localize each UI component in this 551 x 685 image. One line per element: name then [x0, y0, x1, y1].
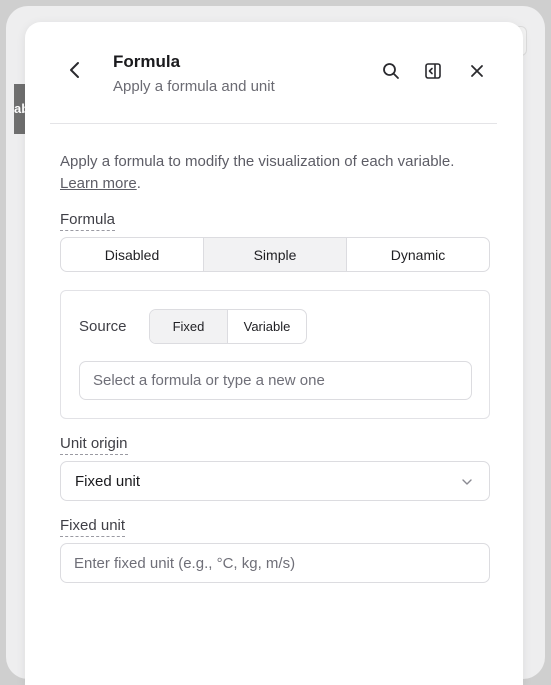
formula-label: Formula [60, 211, 116, 231]
unit-origin-label: Unit origin [60, 435, 128, 455]
fixed-unit-label: Fixed unit [60, 517, 126, 537]
collapse-panel-button[interactable] [422, 62, 444, 84]
formula-mode-dynamic[interactable]: Dynamic [347, 238, 489, 271]
source-toggle: Fixed Variable [149, 309, 307, 344]
unit-origin-value: Fixed unit [75, 472, 141, 490]
learn-more-link[interactable]: Learn more [60, 175, 137, 192]
back-button[interactable] [63, 60, 87, 84]
sidebar-collapse-icon [424, 62, 442, 85]
intro-description: Apply a formula to modify the visualizat… [60, 153, 455, 170]
intro-text: Apply a formula to modify the visualizat… [60, 151, 460, 195]
close-button[interactable] [466, 62, 488, 84]
source-card: Source Fixed Variable [60, 290, 490, 419]
source-label: Source [79, 318, 127, 335]
unit-origin-select[interactable]: Fixed unit [60, 461, 490, 501]
search-button[interactable] [380, 62, 402, 84]
close-icon [470, 64, 484, 83]
header-divider [50, 123, 497, 124]
chevron-left-icon [68, 61, 82, 84]
panel-header: Formula Apply a formula and unit [25, 22, 523, 124]
source-variable[interactable]: Variable [228, 310, 306, 343]
formula-mode-disabled[interactable]: Disabled [61, 238, 204, 271]
panel-title: Formula [113, 52, 181, 71]
panel-subtitle: Apply a formula and unit [113, 78, 275, 95]
formula-panel: Formula Apply a formula and unit Apply a… [25, 22, 523, 685]
intro-suffix: . [136, 175, 141, 192]
chevron-down-icon [461, 475, 473, 492]
source-fixed[interactable]: Fixed [150, 310, 228, 343]
formula-mode-simple[interactable]: Simple [204, 238, 347, 271]
formula-input[interactable] [79, 361, 472, 400]
search-icon [382, 62, 400, 85]
formula-mode-toggle: Disabled Simple Dynamic [60, 237, 490, 272]
fixed-unit-input[interactable] [60, 543, 490, 583]
